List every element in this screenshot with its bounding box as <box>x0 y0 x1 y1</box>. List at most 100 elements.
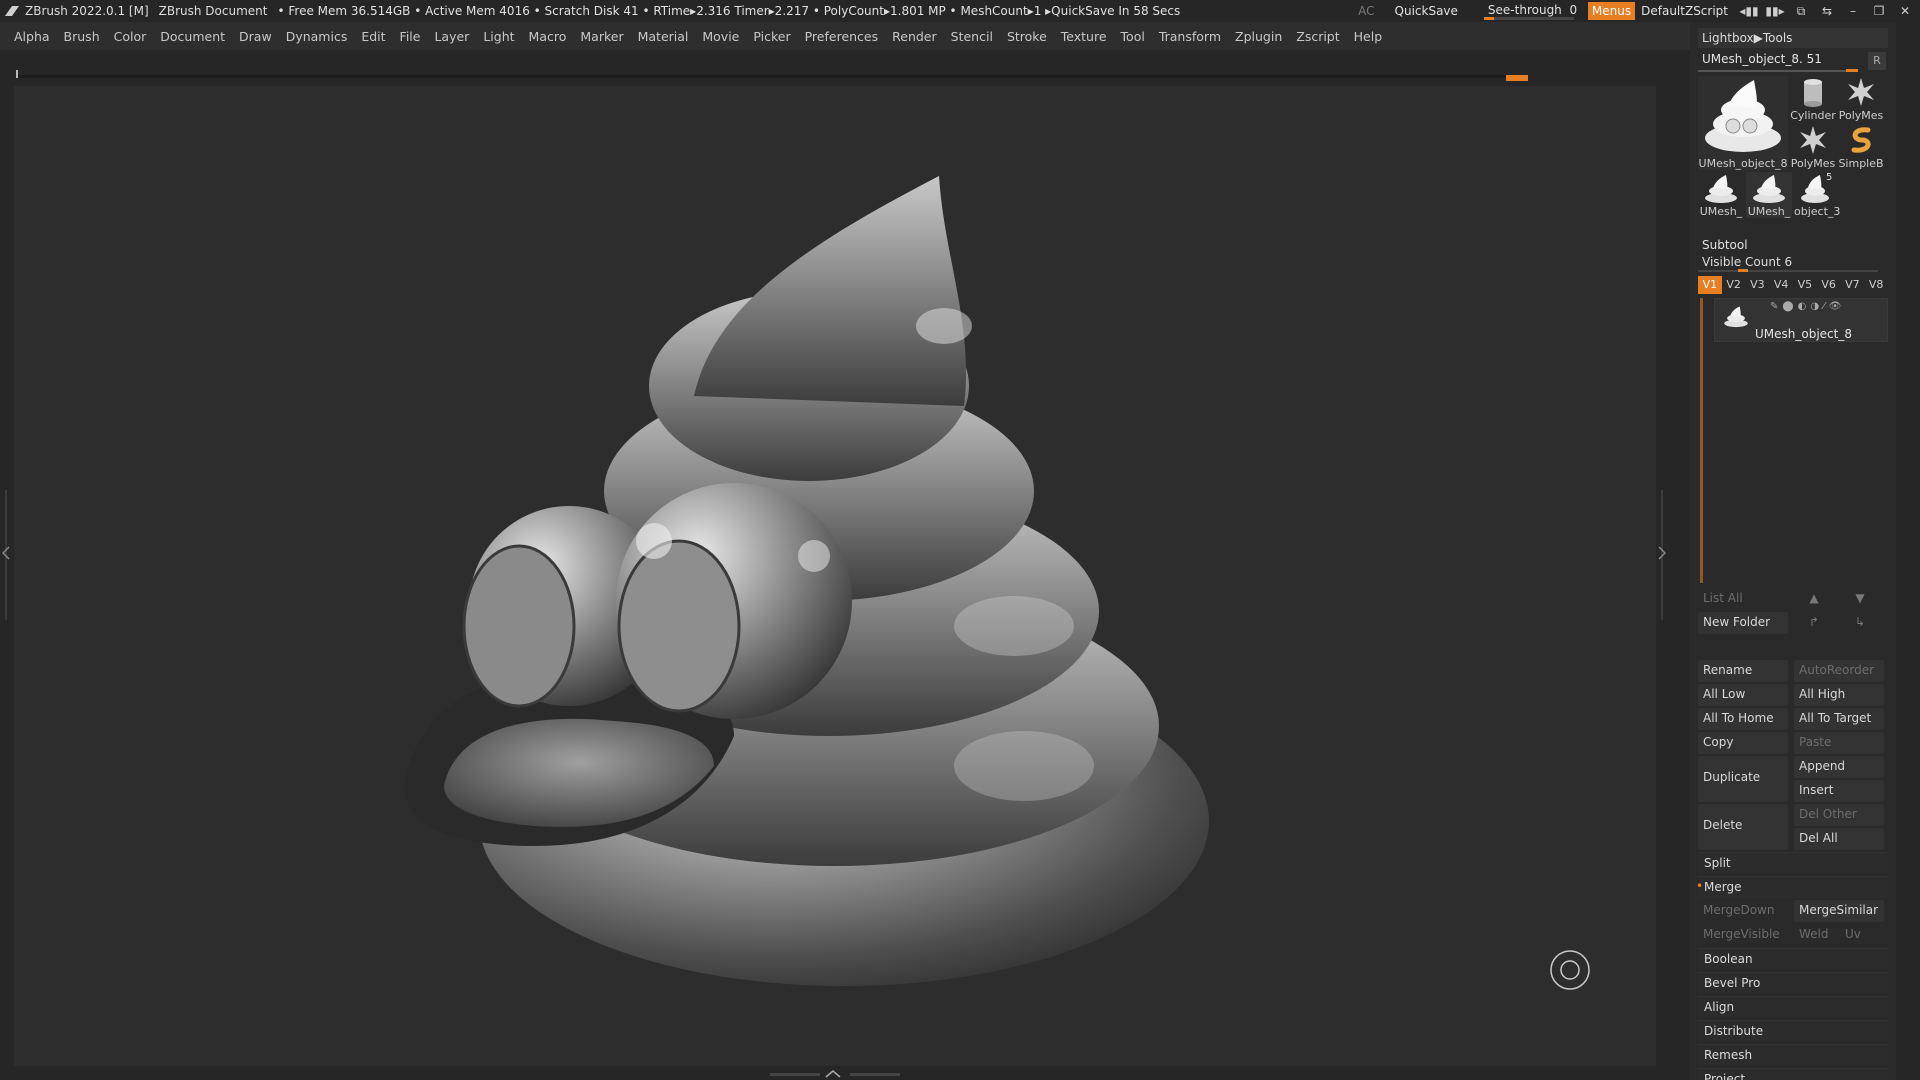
vtab-v5[interactable]: V5 <box>1793 276 1817 294</box>
merge-section[interactable]: • Merge <box>1696 876 1888 898</box>
menu-marker[interactable]: Marker <box>580 29 623 44</box>
right-panel-scrollbar[interactable] <box>1900 22 1920 1080</box>
vtab-v6[interactable]: V6 <box>1817 276 1841 294</box>
rename-button[interactable]: Rename <box>1698 660 1788 682</box>
see-through-slider[interactable]: See-through 0 <box>1483 1 1577 21</box>
vtab-v7[interactable]: V7 <box>1841 276 1865 294</box>
menu-stencil[interactable]: Stencil <box>951 29 993 44</box>
current-tool-name[interactable]: UMesh_object_8. 51 <box>1698 50 1878 70</box>
align-section[interactable]: Align <box>1698 996 1888 1018</box>
tool-thumb-umesh-object-8[interactable]: UMesh_object_8 <box>1698 76 1788 170</box>
viewport-canvas[interactable] <box>14 86 1656 1066</box>
insert-button[interactable]: Insert <box>1794 780 1884 802</box>
duplicate-button[interactable]: Duplicate <box>1698 756 1788 802</box>
weld-button[interactable]: Weld <box>1794 924 1838 946</box>
menu-preferences[interactable]: Preferences <box>805 29 879 44</box>
subtool-section-header[interactable]: Subtool <box>1698 236 1888 256</box>
tool-thumb-polymesh-1[interactable]: PolyMes <box>1838 76 1884 122</box>
tool-thumb-simplebrush[interactable]: SimpleB <box>1838 124 1884 170</box>
solo-icon[interactable]: ◐ <box>1798 301 1811 312</box>
all-to-target-button[interactable]: All To Target <box>1794 708 1884 730</box>
all-low-button[interactable]: All Low <box>1698 684 1788 706</box>
visible-count-track[interactable] <box>1698 269 1878 272</box>
menu-layer[interactable]: Layer <box>434 29 469 44</box>
menu-dynamics[interactable]: Dynamics <box>286 29 348 44</box>
menu-material[interactable]: Material <box>638 29 689 44</box>
right-tray-handle[interactable] <box>1656 490 1668 620</box>
menu-file[interactable]: File <box>400 29 421 44</box>
eye-icon[interactable]: 👁 <box>1829 301 1846 312</box>
default-zscript-button[interactable]: DefaultZScript <box>1641 4 1728 18</box>
window-stack-icon[interactable]: ⧉ <box>1790 3 1812 19</box>
menu-stroke[interactable]: Stroke <box>1007 29 1047 44</box>
menu-zplugin[interactable]: Zplugin <box>1235 29 1282 44</box>
brush-icon[interactable]: ✎ <box>1770 301 1782 312</box>
project-section[interactable]: Project <box>1698 1068 1888 1080</box>
mergedown-button[interactable]: MergeDown <box>1698 900 1788 922</box>
tool-thumb-cylinder[interactable]: Cylinder <box>1790 76 1836 122</box>
new-folder-button[interactable]: New Folder <box>1698 612 1788 634</box>
polypaint-toggle-icon[interactable]: ⬤ <box>1782 301 1797 312</box>
remesh-section[interactable]: Remesh <box>1698 1044 1888 1066</box>
menu-help[interactable]: Help <box>1354 29 1383 44</box>
delete-button[interactable]: Delete <box>1698 804 1788 850</box>
menu-picker[interactable]: Picker <box>753 29 790 44</box>
folder-up-icon[interactable]: ↱ <box>1794 612 1834 634</box>
folder-down-icon[interactable]: ↳ <box>1840 612 1880 634</box>
sculpt-model[interactable] <box>14 86 1656 1066</box>
tool-thumb-umesh-a[interactable]: UMesh_ <box>1698 172 1744 218</box>
dim-icon[interactable]: ◑ <box>1810 301 1823 312</box>
bottom-tray-handle[interactable] <box>770 1068 900 1078</box>
paste-button[interactable]: Paste <box>1794 732 1884 754</box>
append-button[interactable]: Append <box>1794 756 1884 778</box>
all-to-home-button[interactable]: All To Home <box>1698 708 1788 730</box>
copy-button[interactable]: Copy <box>1698 732 1788 754</box>
minimize-icon[interactable]: – <box>1842 3 1864 19</box>
menu-movie[interactable]: Movie <box>702 29 739 44</box>
lightbox-tools-button[interactable]: Lightbox▶Tools <box>1698 28 1888 48</box>
menu-render[interactable]: Render <box>892 29 937 44</box>
timeline-marker[interactable] <box>1506 75 1528 81</box>
menu-edit[interactable]: Edit <box>361 29 385 44</box>
menu-draw[interactable]: Draw <box>239 29 272 44</box>
menu-transform[interactable]: Transform <box>1159 29 1221 44</box>
mergevisible-button[interactable]: MergeVisible <box>1698 924 1788 946</box>
menu-tool[interactable]: Tool <box>1121 29 1145 44</box>
vtab-v8[interactable]: V8 <box>1864 276 1888 294</box>
tool-slider[interactable] <box>1698 69 1858 72</box>
bevel-pro-section[interactable]: Bevel Pro <box>1698 972 1888 994</box>
menu-macro[interactable]: Macro <box>529 29 567 44</box>
menu-zscript[interactable]: Zscript <box>1296 29 1339 44</box>
list-all-button[interactable]: List All <box>1698 588 1788 610</box>
close-icon[interactable]: ✕ <box>1894 3 1916 19</box>
all-high-button[interactable]: All High <box>1794 684 1884 706</box>
menu-brush[interactable]: Brush <box>64 29 100 44</box>
menu-light[interactable]: Light <box>483 29 514 44</box>
menu-texture[interactable]: Texture <box>1061 29 1107 44</box>
split-section[interactable]: Split <box>1698 852 1888 874</box>
timeline-track[interactable] <box>16 75 1520 78</box>
mergesimilar-button[interactable]: MergeSimilar <box>1794 900 1884 922</box>
tool-thumb-umesh-b[interactable]: UMesh_ <box>1746 172 1792 218</box>
tool-thumb-object-3[interactable]: 5 object_3 <box>1794 172 1840 218</box>
autoreorder-button[interactable]: AutoReorder <box>1794 660 1884 682</box>
zbrush-logo-icon[interactable] <box>3 2 21 20</box>
window-swap-icon[interactable]: ⇆ <box>1816 3 1838 19</box>
vtab-v1[interactable]: V1 <box>1698 276 1722 294</box>
tool-thumb-polymesh-2[interactable]: PolyMes <box>1790 124 1836 170</box>
menu-color[interactable]: Color <box>114 29 147 44</box>
del-all-button[interactable]: Del All <box>1794 828 1884 850</box>
menus-button[interactable]: Menus <box>1587 2 1636 20</box>
tool-r-button[interactable]: R <box>1868 52 1886 70</box>
left-tray-handle[interactable] <box>0 490 12 620</box>
quicksave-button[interactable]: QuickSave <box>1395 4 1458 18</box>
boolean-section[interactable]: Boolean <box>1698 948 1888 970</box>
menu-document[interactable]: Document <box>160 29 225 44</box>
del-other-button[interactable]: Del Other <box>1794 804 1884 826</box>
distribute-section[interactable]: Distribute <box>1698 1020 1888 1042</box>
layout-left-icon[interactable]: ◂▮▮ <box>1738 3 1760 19</box>
move-down-arrow-icon[interactable]: ▼ <box>1840 588 1880 610</box>
subtool-item[interactable]: ✎⬤◐◑⁄👁 UMesh_object_8 <box>1714 298 1888 342</box>
layout-right-icon[interactable]: ▮▮▸ <box>1764 3 1786 19</box>
menu-alpha[interactable]: Alpha <box>14 29 50 44</box>
